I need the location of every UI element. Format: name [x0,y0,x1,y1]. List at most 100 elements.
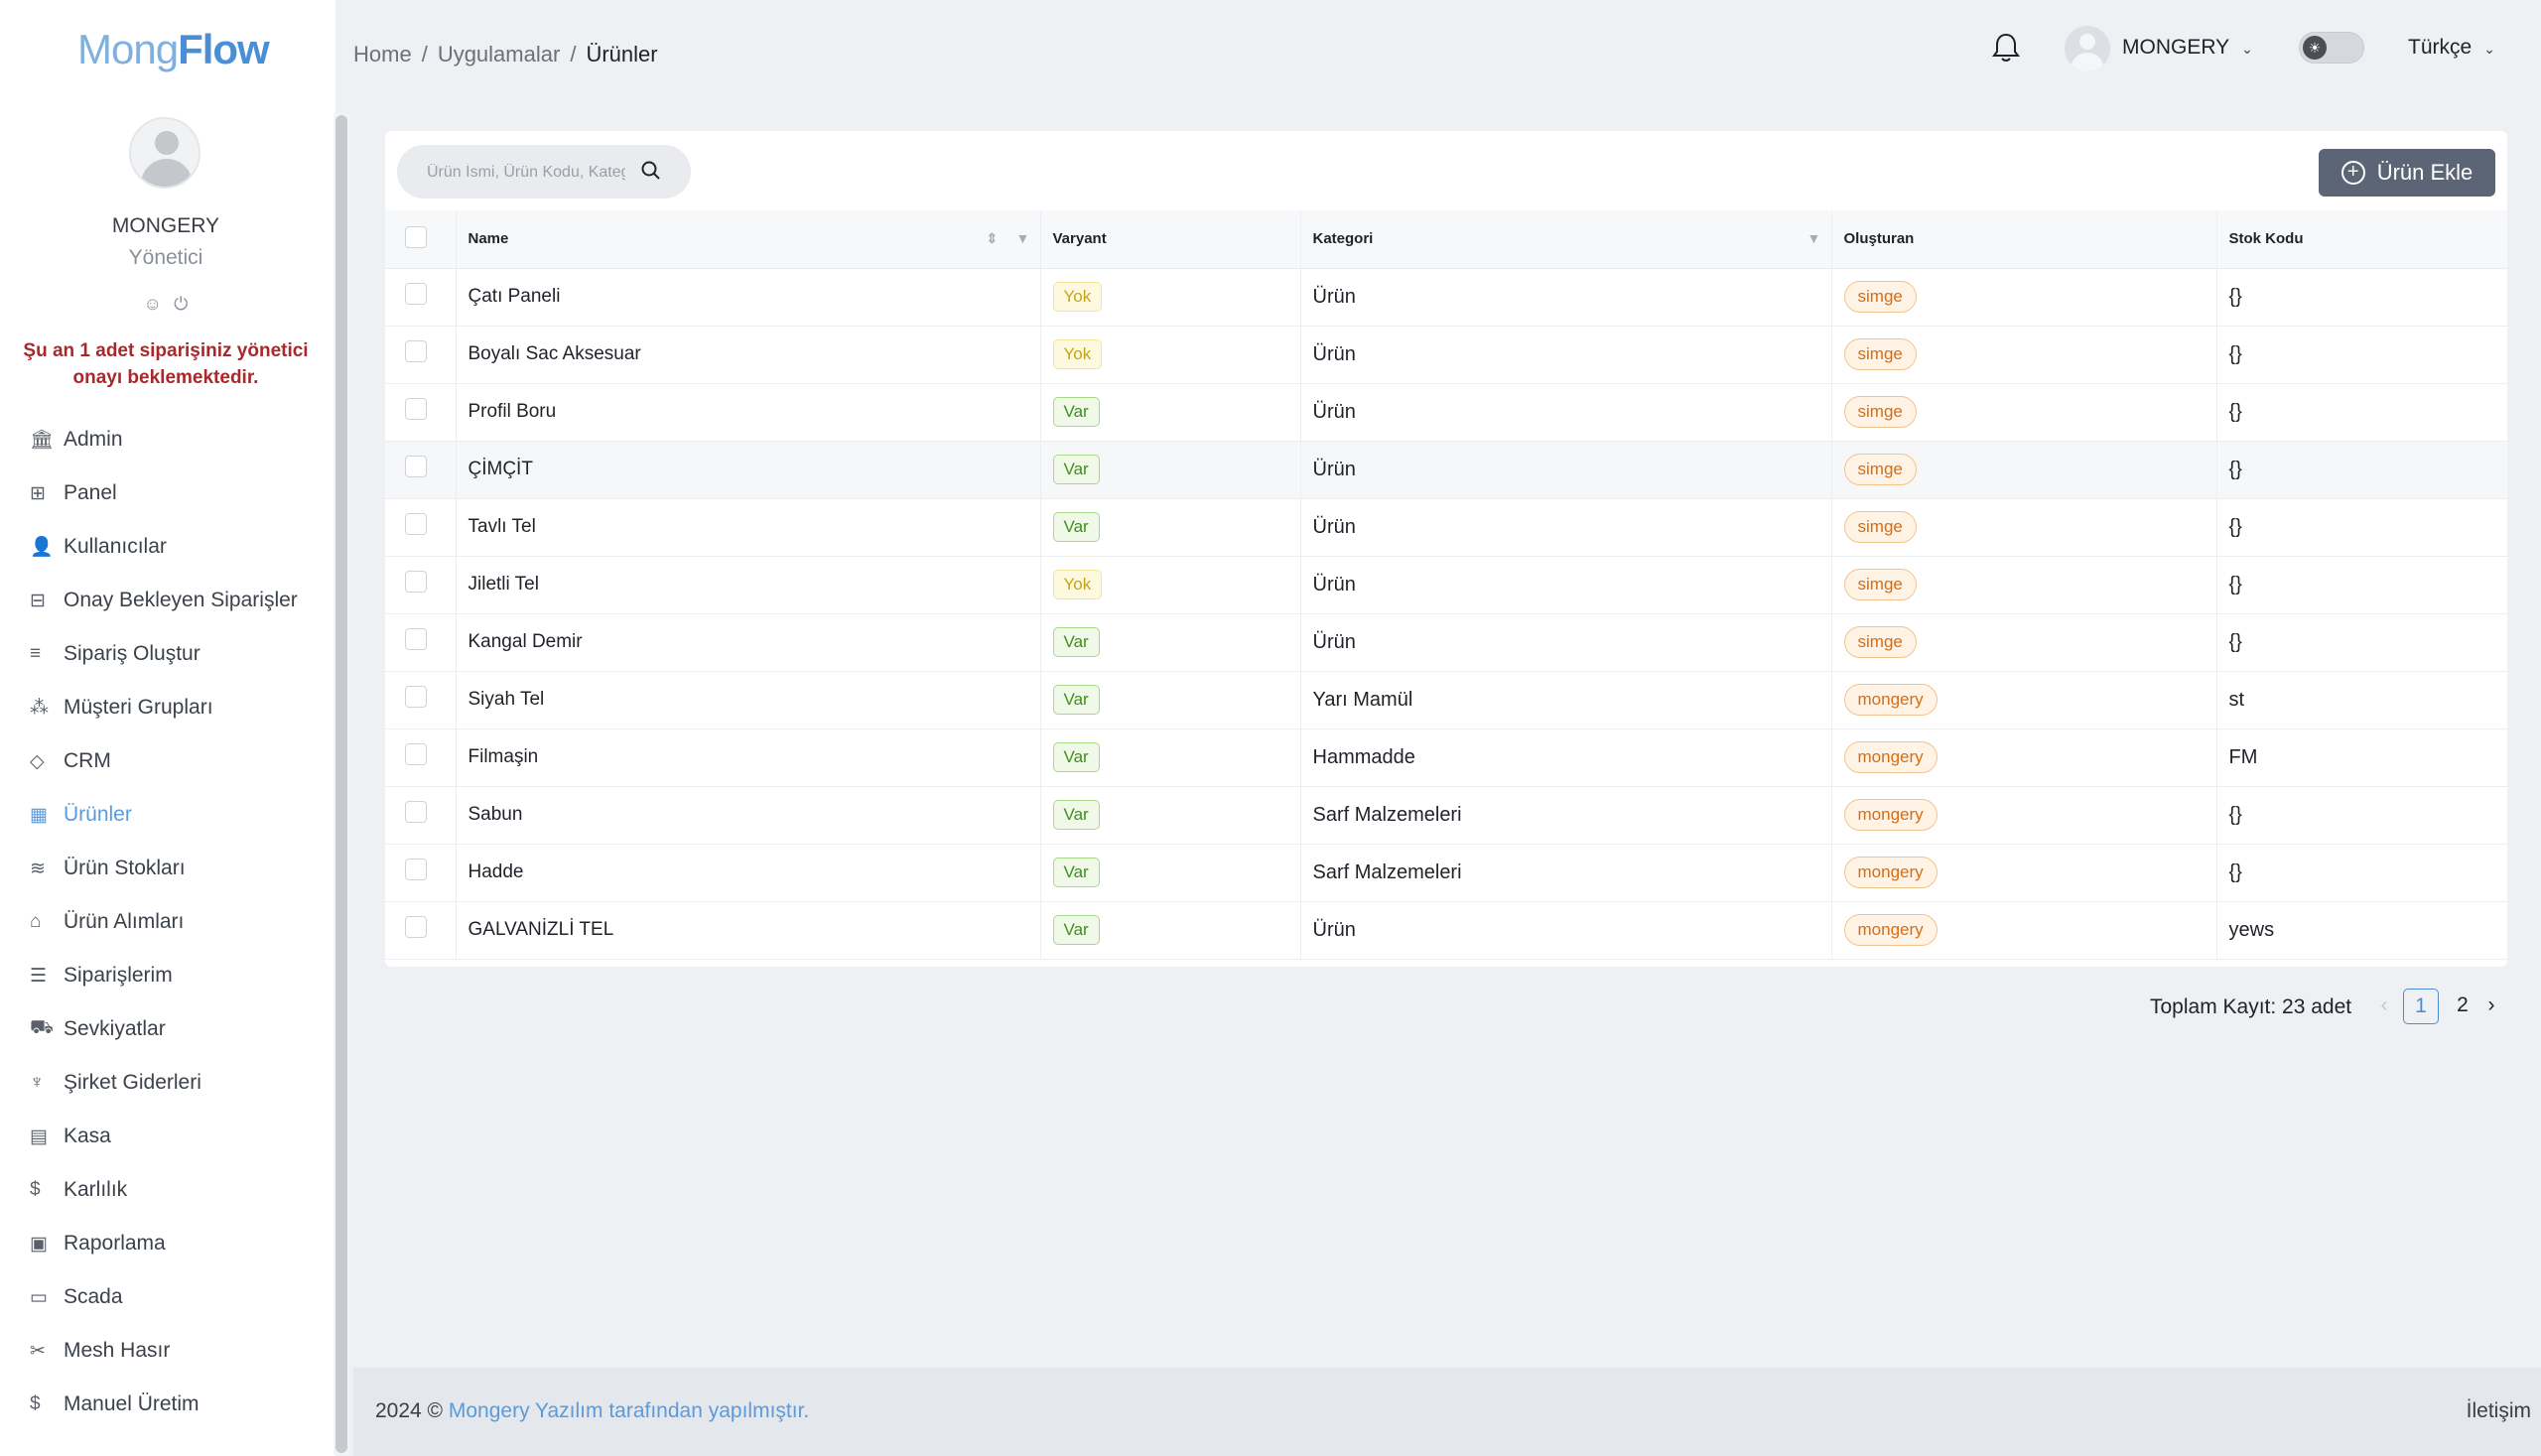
sidebar-item-2[interactable]: 👤 Kullanıcılar [30,520,328,574]
cluster-icon: ⁂ [30,697,49,719]
sidebar-item-17[interactable]: ✂ Mesh Hasır [30,1324,328,1378]
row-checkbox[interactable] [405,743,427,765]
theme-toggle[interactable]: ☀ [2299,32,2364,64]
row-checkbox[interactable] [405,571,427,593]
sidebar-item-18[interactable]: $ Manuel Üretim [30,1378,328,1431]
report-icon: ▣ [30,1233,48,1255]
product-name[interactable]: Siyah Tel [456,671,1041,729]
search-input[interactable] [427,161,625,185]
add-product-button[interactable]: + Ürün Ekle [2319,149,2495,197]
sidebar-item-11[interactable]: ⛟ Sevkiyatlar [30,1002,328,1056]
sidebar-item-12[interactable]: ♆ Şirket Giderleri [30,1056,328,1110]
avatar-body [2071,53,2104,71]
user-avatar[interactable] [129,117,201,189]
layers-icon: ≋ [30,858,46,879]
sidebar-item-label: Raporlama [64,1232,166,1255]
sort-icon[interactable]: ⇕ [987,230,999,247]
row-checkbox[interactable] [405,398,427,420]
sidebar-item-6[interactable]: ◇ CRM [30,734,328,788]
sidebar-item-15[interactable]: ▣ Raporlama [30,1217,328,1270]
row-checkbox[interactable] [405,283,427,305]
table-row[interactable]: Siyah Tel Var Yarı Mamül mongery st [385,671,2507,729]
product-name[interactable]: ÇİMÇİT [456,441,1041,499]
creator-tag: mongery [1843,914,1938,946]
row-checkbox[interactable] [405,916,427,938]
sidebar-item-9[interactable]: ⌂ Ürün Alımları [30,895,328,949]
user-icon[interactable]: ☺ [144,294,162,314]
filter-icon[interactable]: ▼ [1016,230,1030,246]
page-1-button[interactable]: 1 [2403,989,2439,1024]
table-row[interactable]: Jiletli Tel Yok Ürün simge {} [385,556,2507,614]
breadcrumb-home[interactable]: Home [353,42,412,66]
stock-code-cell: yews [2216,901,2507,960]
header-user-menu[interactable]: MONGERY ⌄ [2122,36,2253,60]
sidebar-item-4[interactable]: ≡ Sipariş Oluştur [30,627,328,681]
row-checkbox[interactable] [405,513,427,535]
product-name[interactable]: Filmaşin [456,728,1041,787]
product-name[interactable]: Sabun [456,786,1041,845]
page-2-button[interactable]: 2 [2446,989,2479,1024]
logo-text-mong: Mong [77,26,179,72]
row-checkbox[interactable] [405,859,427,880]
table-row[interactable]: Profil Boru Var Ürün simge {} [385,383,2507,442]
row-checkbox[interactable] [405,686,427,708]
sidebar-item-16[interactable]: ▭ Scada [30,1270,328,1324]
sidebar-item-10[interactable]: ☰ Siparişlerim [30,949,328,1002]
sidebar-item-0[interactable]: 🏛 Admin [30,413,328,466]
table-row[interactable]: ÇİMÇİT Var Ürün simge {} [385,441,2507,499]
table-row[interactable]: GALVANİZLİ TEL Var Ürün mongery yews [385,901,2507,960]
row-checkbox[interactable] [405,801,427,823]
sidebar-scrollbar-thumb[interactable] [335,115,347,1453]
filter-icon[interactable]: ▼ [1807,230,1821,246]
table-row[interactable]: Kangal Demir Var Ürün simge {} [385,613,2507,672]
tv-icon: ▭ [30,1286,48,1308]
language-selector[interactable]: Türkçe ⌄ [2408,36,2495,60]
sidebar-item-5[interactable]: ⁂ Müşteri Grupları [30,681,328,734]
column-header-name[interactable]: Name ⇕ ▼ [456,210,1041,269]
category-cell: Ürün [1300,901,1832,960]
column-stock-code-label: Stok Kodu [2228,230,2304,248]
power-icon[interactable]: ⏻ [174,294,188,314]
row-checkbox[interactable] [405,628,427,650]
table-row[interactable]: Çatı Paneli Yok Ürün simge {} [385,268,2507,327]
sidebar-item-8[interactable]: ≋ Ürün Stokları [30,842,328,895]
table-row[interactable]: Boyalı Sac Aksesuar Yok Ürün simge {} [385,326,2507,384]
product-name[interactable]: Jiletli Tel [456,556,1041,614]
table-row[interactable]: Tavlı Tel Var Ürün simge {} [385,498,2507,557]
product-name[interactable]: Profil Boru [456,383,1041,442]
footer-contact-link[interactable]: İletişim [2467,1399,2531,1423]
sidebar-item-3[interactable]: ⊟ Onay Bekleyen Siparişler [30,574,328,627]
bell-icon[interactable] [1991,32,2021,64]
product-name[interactable]: Hadde [456,844,1041,902]
product-name[interactable]: Boyalı Sac Aksesuar [456,326,1041,384]
table-row[interactable]: Filmaşin Var Hammadde mongery FM [385,728,2507,787]
stock-code-cell: {} [2216,613,2507,672]
search-box[interactable] [397,145,691,199]
search-icon[interactable] [639,159,663,183]
sidebar-item-7[interactable]: ▦ Ürünler [30,788,328,842]
row-checkbox[interactable] [405,456,427,477]
next-page-button[interactable]: › [2477,989,2505,1024]
product-name[interactable]: GALVANİZLİ TEL [456,901,1041,960]
sidebar-item-14[interactable]: $ Karlılık [30,1163,328,1217]
category-cell: Ürün [1300,383,1832,442]
header-avatar[interactable] [2065,26,2110,71]
column-header-category[interactable]: Kategori ▼ [1300,210,1832,269]
product-name[interactable]: Tavlı Tel [456,498,1041,557]
select-all-checkbox[interactable] [405,225,427,248]
variant-tag: Yok [1052,282,1103,312]
sidebar-item-1[interactable]: ⊞ Panel [30,466,328,520]
column-name-label: Name [468,230,509,248]
breadcrumb-apps[interactable]: Uygulamalar [438,42,561,66]
sidebar-item-13[interactable]: ▤ Kasa [30,1110,328,1163]
row-checkbox[interactable] [405,340,427,362]
table-row[interactable]: Hadde Var Sarf Malzemeleri mongery {} [385,844,2507,902]
category-cell: Sarf Malzemeleri [1300,786,1832,845]
prev-page-button[interactable]: ‹ [2372,989,2396,1024]
table-row[interactable]: Sabun Var Sarf Malzemeleri mongery {} [385,786,2507,845]
footer-credit-link[interactable]: Mongery Yazılım tarafından yapılmıştır. [449,1399,809,1422]
logo[interactable]: MongFlow [77,26,270,73]
product-name[interactable]: Çatı Paneli [456,268,1041,327]
product-name[interactable]: Kangal Demir [456,613,1041,672]
pending-order-warning[interactable]: Şu an 1 adet siparişiniz yönetici onayı … [16,337,316,391]
